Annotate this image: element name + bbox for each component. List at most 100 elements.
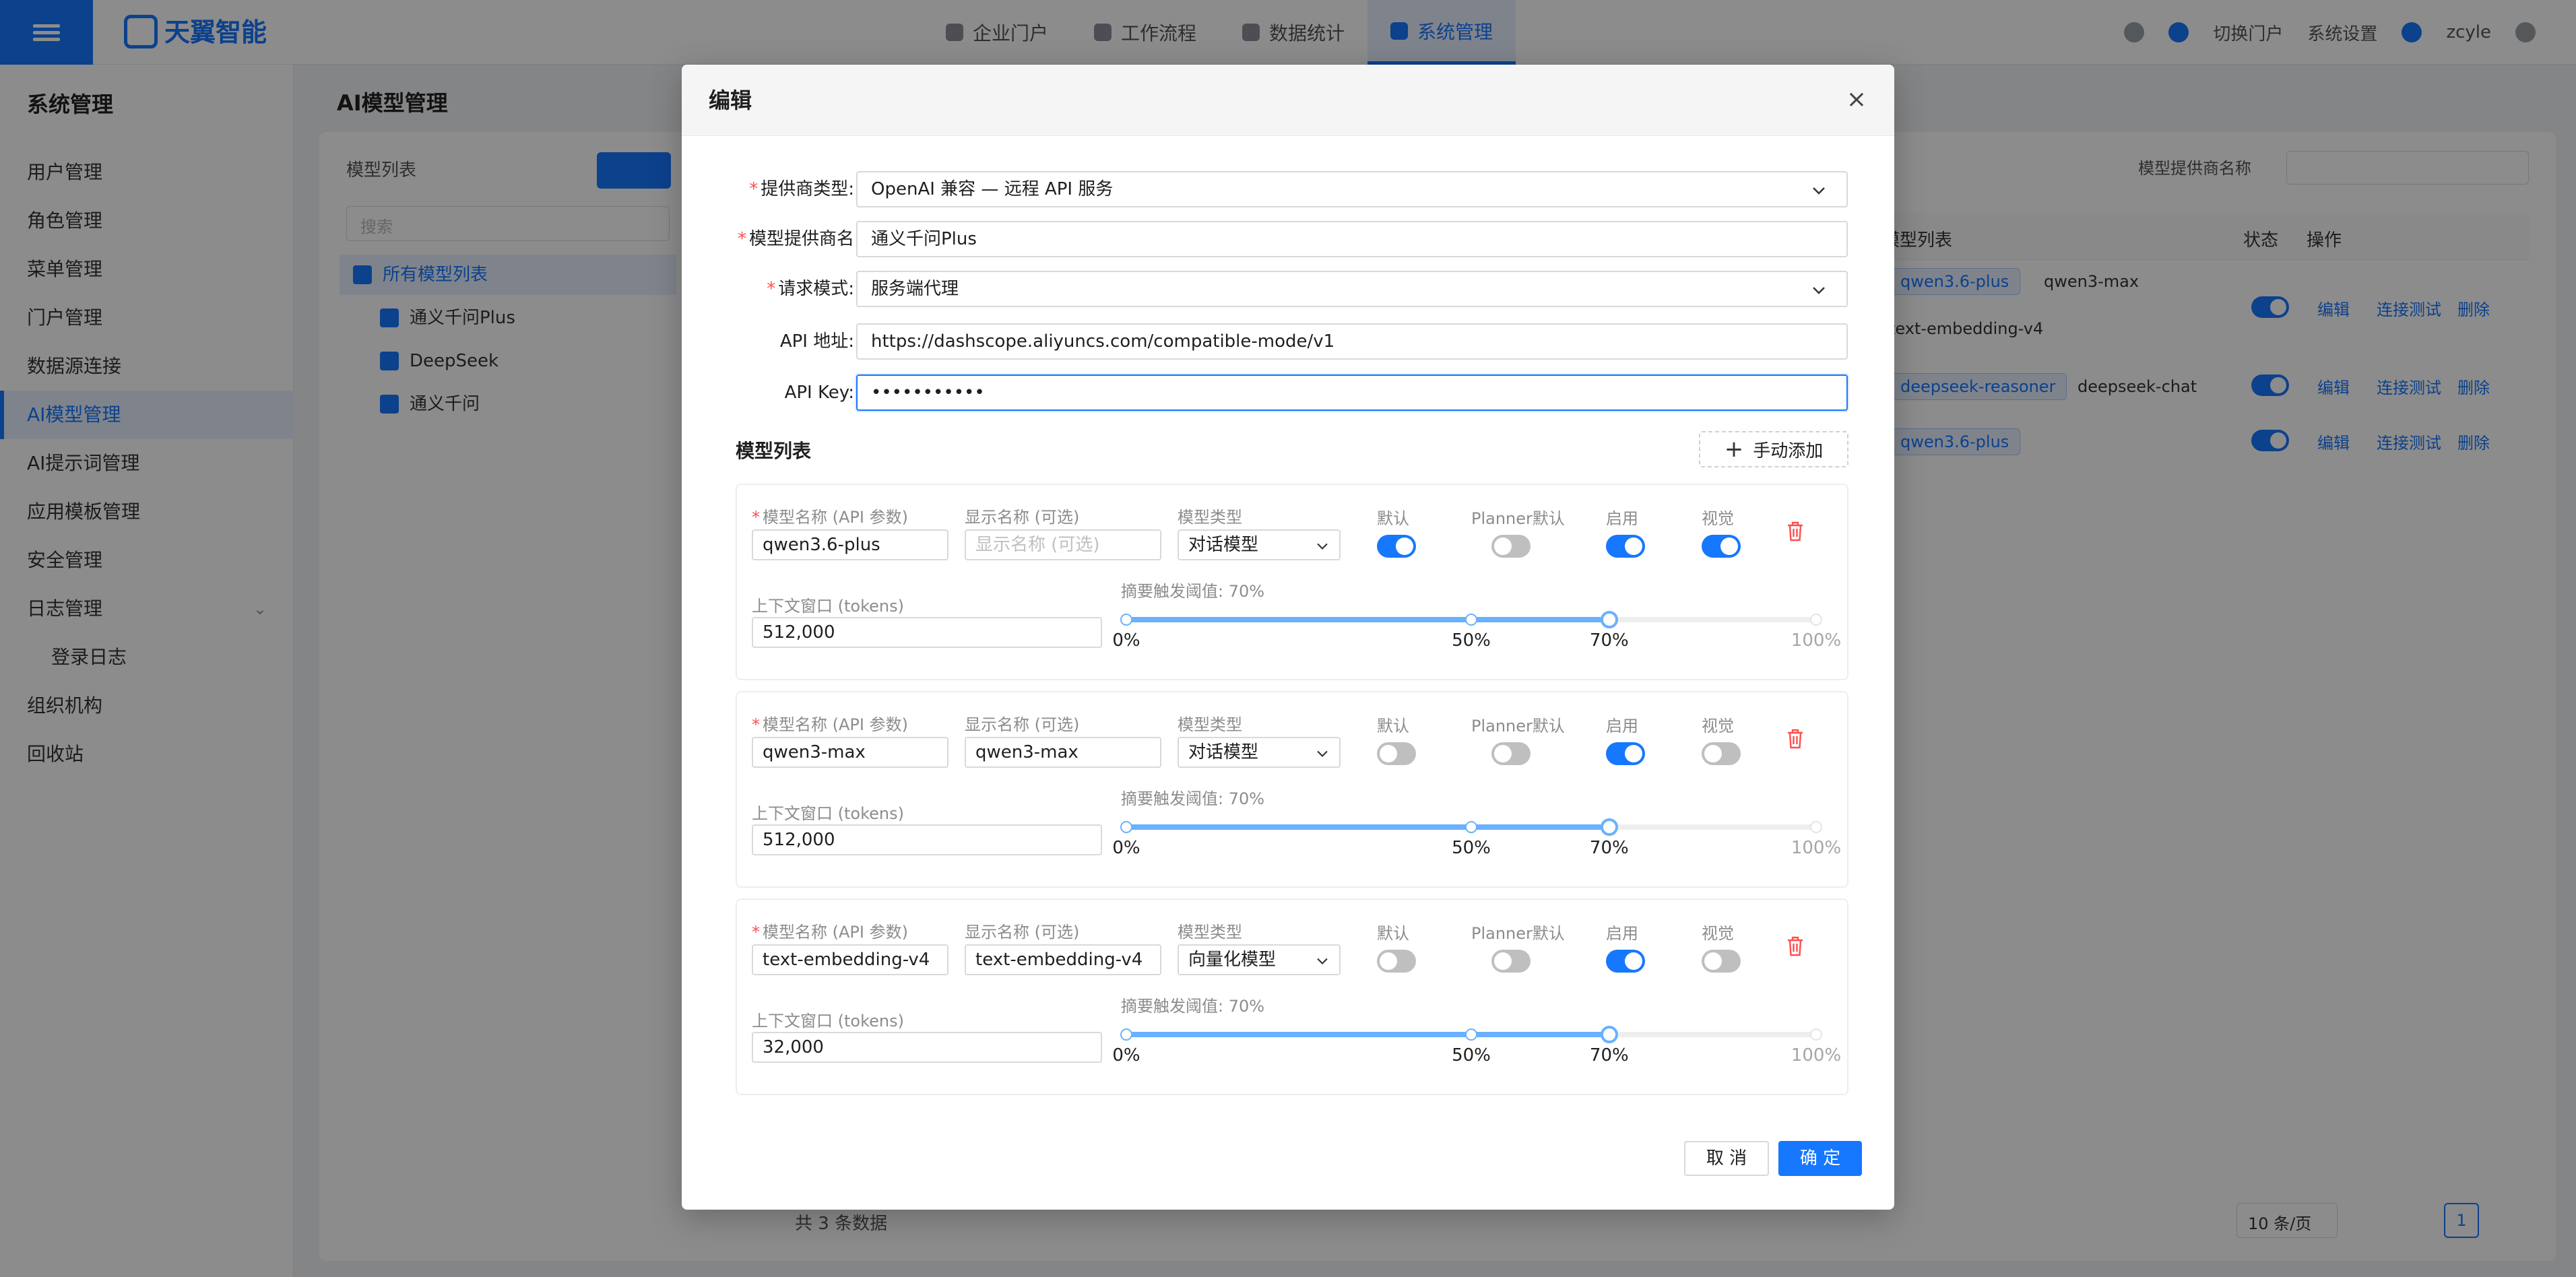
threshold-label: 摘要触发阈值: 70%: [1121, 582, 1265, 601]
model-type-select[interactable]: 对话模型: [1178, 737, 1341, 768]
model-name-label: * 模型名称 (API 参数): [752, 508, 908, 527]
model-type-label: 模型类型: [1178, 508, 1242, 527]
provider-type-select[interactable]: OpenAI 兼容 — 远程 API 服务: [856, 171, 1848, 207]
slider-handle[interactable]: [1600, 1026, 1618, 1043]
display-name-input[interactable]: text-embedding-v4: [965, 944, 1161, 975]
chevron-down-icon: [1317, 958, 1328, 964]
request-mode-row: * 请求模式: 服务端代理: [682, 271, 1894, 307]
threshold-slider[interactable]: 0% 50% 70% 100%: [1112, 818, 1841, 858]
trash-icon[interactable]: [1785, 520, 1805, 543]
provider-name-label: * 模型提供商名: [737, 229, 854, 249]
slider-mark: 70%: [1589, 1045, 1629, 1066]
models-section-title: 模型列表: [736, 440, 812, 462]
context-window-label: 上下文窗口 (tokens): [752, 804, 904, 823]
slider-mark: 0%: [1112, 1045, 1140, 1066]
vision-label: 视觉: [1702, 924, 1734, 943]
chevron-down-icon: [1317, 750, 1328, 757]
model-name-input[interactable]: qwen3.6-plus: [752, 529, 948, 560]
enabled-label: 启用: [1606, 717, 1638, 735]
planner-default-toggle[interactable]: [1491, 950, 1531, 973]
api-key-input[interactable]: •••••••••••: [856, 374, 1848, 411]
default-label: 默认: [1377, 717, 1409, 735]
enabled-label: 启用: [1606, 924, 1638, 943]
slider-handle[interactable]: [1600, 818, 1618, 836]
slider-fill: [1126, 1032, 1609, 1037]
enabled-toggle[interactable]: [1606, 950, 1645, 973]
threshold-label: 摘要触发阈值: 70%: [1121, 997, 1265, 1016]
display-name-label: 显示名称 (可选): [965, 715, 1080, 734]
slider-mark: 50%: [1452, 630, 1491, 651]
trash-icon[interactable]: [1785, 727, 1805, 750]
api-key-label: API Key:: [784, 383, 854, 403]
default-toggle[interactable]: [1377, 742, 1416, 765]
slider-dot: [1465, 1028, 1477, 1041]
model-name-label: * 模型名称 (API 参数): [752, 923, 908, 942]
confirm-button[interactable]: 确 定: [1778, 1141, 1862, 1176]
threshold-slider[interactable]: 0% 50% 70% 100%: [1112, 611, 1841, 651]
provider-type-row: * 提供商类型: OpenAI 兼容 — 远程 API 服务: [682, 171, 1894, 207]
provider-name-row: * 模型提供商名 通义千问Plus: [682, 221, 1894, 257]
slider-mark: 100%: [1791, 1045, 1842, 1066]
model-type-select[interactable]: 对话模型: [1178, 529, 1341, 560]
manual-add-button[interactable]: + 手动添加: [1699, 431, 1848, 467]
slider-mark: 100%: [1791, 838, 1842, 858]
model-card: * 模型名称 (API 参数) text-embedding-v4 显示名称 (可选)…: [736, 898, 1848, 1095]
slider-dot: [1810, 1028, 1822, 1041]
slider-mark: 70%: [1589, 630, 1629, 651]
plus-icon: +: [1724, 436, 1744, 463]
request-mode-select[interactable]: 服务端代理: [856, 271, 1848, 307]
slider-mark: 100%: [1791, 630, 1842, 651]
api-url-input[interactable]: https://dashscope.aliyuncs.com/compatibl…: [856, 323, 1848, 360]
close-icon[interactable]: ×: [1842, 85, 1871, 114]
threshold-slider[interactable]: 0% 50% 70% 100%: [1112, 1026, 1841, 1066]
default-toggle[interactable]: [1377, 535, 1416, 558]
model-name-input[interactable]: text-embedding-v4: [752, 944, 948, 975]
slider-mark: 50%: [1452, 1045, 1491, 1066]
display-name-input[interactable]: qwen3-max: [965, 737, 1161, 768]
model-type-label: 模型类型: [1178, 715, 1242, 734]
slider-mark: 0%: [1112, 838, 1140, 858]
enabled-toggle[interactable]: [1606, 535, 1645, 558]
planner-default-toggle[interactable]: [1491, 742, 1531, 765]
cancel-button[interactable]: 取 消: [1684, 1141, 1769, 1176]
chevron-down-icon: [1813, 287, 1825, 294]
vision-toggle[interactable]: [1702, 950, 1741, 973]
vision-toggle[interactable]: [1702, 535, 1741, 558]
provider-type-label: * 提供商类型:: [749, 179, 854, 199]
model-type-select[interactable]: 向量化模型: [1178, 944, 1341, 975]
context-window-label: 上下文窗口 (tokens): [752, 1012, 904, 1030]
model-name-input[interactable]: qwen3-max: [752, 737, 948, 768]
vision-label: 视觉: [1702, 717, 1734, 735]
slider-dot: [1465, 614, 1477, 626]
slider-fill: [1126, 617, 1609, 622]
default-label: 默认: [1377, 924, 1409, 943]
threshold-label: 摘要触发阈值: 70%: [1121, 789, 1265, 808]
slider-dot: [1465, 821, 1477, 833]
slider-dot: [1120, 821, 1132, 833]
provider-name-input[interactable]: 通义千问Plus: [856, 221, 1848, 257]
slider-handle[interactable]: [1600, 611, 1618, 628]
slider-dot: [1810, 614, 1822, 626]
api-url-row: API 地址: https://dashscope.aliyuncs.com/c…: [682, 323, 1894, 360]
default-toggle[interactable]: [1377, 950, 1416, 973]
context-window-input[interactable]: 512,000: [752, 824, 1102, 855]
enabled-label: 启用: [1606, 509, 1638, 528]
planner-default-label: Planner默认: [1471, 509, 1565, 528]
enabled-toggle[interactable]: [1606, 742, 1645, 765]
modal-title: 编辑: [709, 88, 752, 113]
api-url-label: API 地址:: [779, 331, 854, 352]
planner-default-label: Planner默认: [1471, 924, 1565, 943]
planner-default-toggle[interactable]: [1491, 535, 1531, 558]
slider-fill: [1126, 824, 1609, 830]
slider-dot: [1810, 821, 1822, 833]
display-name-label: 显示名称 (可选): [965, 508, 1080, 527]
model-card: * 模型名称 (API 参数) qwen3.6-plus 显示名称 (可选) 显示名称 …: [736, 484, 1848, 680]
context-window-input[interactable]: 512,000: [752, 617, 1102, 648]
vision-label: 视觉: [1702, 509, 1734, 528]
trash-icon[interactable]: [1785, 935, 1805, 958]
display-name-input[interactable]: 显示名称 (可选): [965, 529, 1161, 560]
vision-toggle[interactable]: [1702, 742, 1741, 765]
model-type-label: 模型类型: [1178, 923, 1242, 942]
default-label: 默认: [1377, 509, 1409, 528]
context-window-input[interactable]: 32,000: [752, 1032, 1102, 1063]
